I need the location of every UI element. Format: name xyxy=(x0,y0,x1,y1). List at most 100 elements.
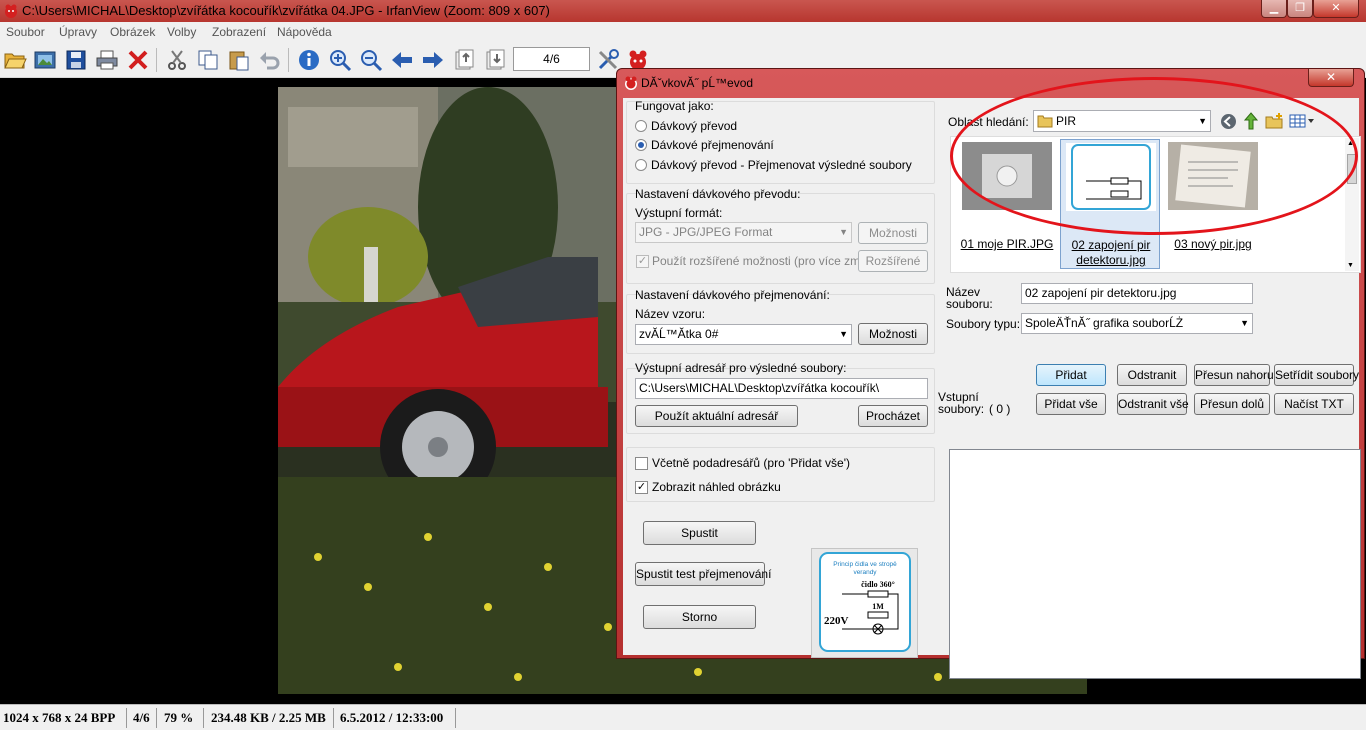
menu-soubor[interactable]: Soubor xyxy=(6,25,45,39)
info-icon[interactable] xyxy=(297,48,321,72)
radio-batch-conversion-label[interactable]: Dávkový převod xyxy=(651,119,737,133)
new-folder-icon[interactable] xyxy=(1265,112,1283,129)
copy-icon[interactable] xyxy=(196,48,220,72)
output-format-select[interactable]: JPG - JPG/JPEG Format ▼ xyxy=(635,222,852,243)
thumbnail-image xyxy=(962,142,1052,210)
test-rename-button[interactable]: Spustit test přejmenování xyxy=(635,562,771,586)
scrollbar-thumb[interactable] xyxy=(1347,154,1357,184)
include-subfolders-label[interactable]: Včetně podadresářů (pro 'Přidat vše') xyxy=(652,456,850,470)
pattern-value: zvĂ­Ĺ™Ătka 0# xyxy=(639,327,719,341)
show-preview-label[interactable]: Zobrazit náhled obrázku xyxy=(652,480,781,494)
show-preview-checkbox[interactable]: ✓ xyxy=(635,481,648,494)
look-in-select[interactable]: PIR ▼ xyxy=(1033,110,1211,132)
status-zoom: 79 % xyxy=(164,710,194,725)
filetype-value: SpoleÄŤnĂ˝ grafika souborĹŻ xyxy=(1025,316,1184,330)
settings-tools-icon[interactable] xyxy=(596,48,620,72)
delete-icon[interactable] xyxy=(126,48,150,72)
start-button[interactable]: Spustit xyxy=(643,521,756,545)
slideshow-icon[interactable] xyxy=(33,48,57,72)
svg-text:Princip čidla ve stropě: Princip čidla ve stropě xyxy=(833,561,897,568)
output-directory-label: Výstupní adresář pro výsledné soubory: xyxy=(635,361,847,375)
rename-options-button[interactable]: Možnosti xyxy=(858,323,928,345)
radio-batch-conversion[interactable] xyxy=(635,120,647,132)
open-folder-icon[interactable] xyxy=(3,48,27,72)
previous-image-icon[interactable] xyxy=(390,48,414,72)
look-in-label: Oblast hledání: xyxy=(948,115,1029,129)
dialog-close-button[interactable]: ✕ xyxy=(1308,69,1354,87)
up-folder-icon[interactable] xyxy=(1243,112,1260,130)
thumbnail-item-selected[interactable]: 02 zapojení pir detektoru.jpg xyxy=(1060,139,1160,269)
load-txt-button[interactable]: Načíst TXT xyxy=(1274,393,1354,415)
svg-text:1M: 1M xyxy=(872,602,884,611)
use-current-directory-button[interactable]: Použít aktuální adresář xyxy=(635,405,798,427)
radio-batch-rename-label[interactable]: Dávkové přejmenování xyxy=(651,138,774,152)
chevron-down-icon: ▼ xyxy=(839,227,848,237)
remove-all-button[interactable]: Odstranit vše xyxy=(1117,393,1189,415)
add-button[interactable]: Přidat xyxy=(1036,364,1106,386)
move-up-button[interactable]: Přesun nahoru xyxy=(1194,364,1274,386)
next-page-icon[interactable] xyxy=(483,48,507,72)
thumbnail-item[interactable]: 01 moje PIR.JPG xyxy=(957,139,1057,269)
remove-button[interactable]: Odstranit xyxy=(1117,364,1187,386)
input-files-list[interactable] xyxy=(949,449,1361,679)
menu-napoveda[interactable]: Nápověda xyxy=(277,25,332,39)
menu-zobrazeni[interactable]: Zobrazení xyxy=(212,25,266,39)
scroll-down-arrow[interactable]: ▼ xyxy=(1347,262,1354,269)
back-icon[interactable] xyxy=(1220,113,1237,130)
sort-files-button[interactable]: Setřídit soubory xyxy=(1274,364,1359,386)
status-separator xyxy=(126,708,127,728)
thumbnail-image xyxy=(1168,142,1258,210)
browse-button[interactable]: Procházet xyxy=(858,405,928,427)
add-all-button[interactable]: Přidat vše xyxy=(1036,393,1106,415)
menu-obrazek[interactable]: Obrázek xyxy=(110,25,155,39)
move-down-button[interactable]: Přesun dolů xyxy=(1194,393,1270,415)
page-indicator[interactable]: 4/6 xyxy=(513,47,590,71)
advanced-button[interactable]: Rozšířené xyxy=(858,250,928,272)
status-separator xyxy=(333,708,334,728)
image-preview: Princip čidla ve stropě verandy čidlo 36… xyxy=(811,548,918,658)
filename-input[interactable]: 02 zapojení pir detektoru.jpg xyxy=(1021,283,1253,304)
close-button[interactable]: ✕ xyxy=(1313,0,1359,18)
input-files-label: Vstupní soubory: xyxy=(938,390,985,416)
zoom-in-icon[interactable] xyxy=(328,48,352,72)
advanced-options-checkbox[interactable]: ✓ xyxy=(636,255,649,268)
include-subfolders-checkbox[interactable] xyxy=(635,457,648,470)
conversion-settings-label: Nastavení dávkového převodu: xyxy=(635,187,801,201)
first-page-icon[interactable] xyxy=(452,48,476,72)
print-icon[interactable] xyxy=(95,48,119,72)
save-icon[interactable] xyxy=(64,48,88,72)
toolbar-separator xyxy=(156,48,157,72)
zoom-out-icon[interactable] xyxy=(359,48,383,72)
pattern-input[interactable]: zvĂ­Ĺ™Ătka 0# ▼ xyxy=(635,324,852,345)
file-thumbnails[interactable]: 01 moje PIR.JPG 02 zapojení pir detektor… xyxy=(950,136,1361,273)
output-directory-input[interactable]: C:\Users\MICHAL\Desktop\zvířátka kocouří… xyxy=(635,378,928,399)
window-title-bar[interactable]: C:\Users\MICHAL\Desktop\zvířátka kocouří… xyxy=(0,0,1366,22)
chevron-down-icon: ▼ xyxy=(1198,116,1207,126)
wiring-diagram-preview: Princip čidla ve stropě verandy čidlo 36… xyxy=(819,552,911,652)
menu-upravy[interactable]: Úpravy xyxy=(59,25,97,39)
radio-batch-rename[interactable] xyxy=(635,139,647,151)
menu-bar: Soubor Úpravy Obrázek Volby Zobrazení Ná… xyxy=(0,22,1366,42)
view-menu-icon[interactable] xyxy=(1289,113,1315,129)
undo-icon[interactable] xyxy=(258,48,282,72)
thumbnails-scrollbar[interactable]: ▲ ▼ xyxy=(1345,138,1359,271)
minimize-button[interactable]: ▁ xyxy=(1261,0,1287,18)
menu-volby[interactable]: Volby xyxy=(167,25,196,39)
radio-convert-and-rename-label[interactable]: Dávkový převod - Přejmenovat výsledné so… xyxy=(651,158,912,172)
next-image-icon[interactable] xyxy=(421,48,445,72)
chevron-down-icon: ▼ xyxy=(839,329,848,339)
cut-icon[interactable] xyxy=(165,48,189,72)
format-options-button[interactable]: Možnosti xyxy=(858,222,928,244)
advanced-options-label: Použít rozšířené možnosti (pro více změn… xyxy=(652,254,878,268)
maximize-button[interactable]: ❐ xyxy=(1287,0,1313,18)
input-files-count: ( 0 ) xyxy=(989,402,1011,416)
paste-icon[interactable] xyxy=(227,48,251,72)
scroll-up-arrow[interactable]: ▲ xyxy=(1347,140,1354,147)
thumbnail-name: 01 moje PIR.JPG xyxy=(960,237,1054,251)
svg-text:verandy: verandy xyxy=(853,569,877,576)
toolbar-separator xyxy=(288,48,289,72)
filetype-select[interactable]: SpoleÄŤnĂ˝ grafika souborĹŻ ▼ xyxy=(1021,313,1253,334)
radio-convert-and-rename[interactable] xyxy=(635,159,647,171)
cancel-button[interactable]: Storno xyxy=(643,605,756,629)
thumbnail-item[interactable]: 03 nový pir.jpg xyxy=(1163,139,1263,269)
